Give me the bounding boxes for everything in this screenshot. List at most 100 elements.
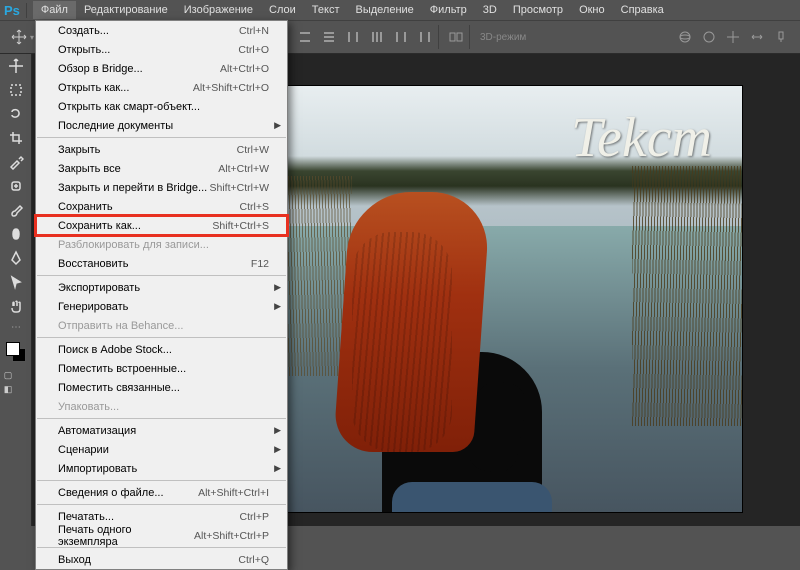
gradient-tool[interactable] [0, 222, 32, 246]
text-layer[interactable]: Tekcm [571, 106, 712, 170]
menu-item-shortcut: Alt+Ctrl+W [218, 163, 269, 175]
color-swatch[interactable] [6, 342, 26, 362]
move-tool-icon [10, 28, 28, 46]
submenu-arrow-icon: ▶ [274, 463, 281, 474]
menubar-item-справка[interactable]: Справка [613, 1, 672, 19]
menu-item[interactable]: Поместить встроенные... [36, 359, 287, 378]
menu-item[interactable]: Открыть...Ctrl+O [36, 40, 287, 59]
menu-item[interactable]: Закрыть и перейти в Bridge...Shift+Ctrl+… [36, 178, 287, 197]
menu-item[interactable]: Последние документы▶ [36, 116, 287, 135]
menubar-item-фильтр[interactable]: Фильтр [422, 1, 475, 19]
menubar-item-окно[interactable]: Окно [571, 1, 613, 19]
menu-item-shortcut: Alt+Shift+Ctrl+I [198, 487, 269, 499]
menu-item[interactable]: Открыть как...Alt+Shift+Ctrl+O [36, 78, 287, 97]
lasso-tool[interactable] [0, 102, 32, 126]
menu-separator [37, 137, 286, 138]
move-tool[interactable] [0, 54, 32, 78]
submenu-arrow-icon: ▶ [274, 120, 281, 131]
menu-separator [37, 504, 286, 505]
menubar-item-изображение[interactable]: Изображение [176, 1, 261, 19]
menu-separator [37, 275, 286, 276]
pan-icon[interactable] [724, 28, 742, 46]
quickmask-screenmode: ▢ ◧ [0, 368, 31, 396]
menu-item-label: Сохранить [58, 201, 113, 213]
submenu-arrow-icon: ▶ [274, 425, 281, 436]
menu-item[interactable]: Печать одного экземпляраAlt+Shift+Ctrl+P [36, 526, 287, 545]
menu-item: Отправить на Behance... [36, 316, 287, 335]
menu-item-shortcut: Ctrl+S [240, 201, 269, 213]
pen-tool[interactable] [0, 246, 32, 270]
menu-item: Упаковать... [36, 397, 287, 416]
menu-separator [37, 418, 286, 419]
tools-panel: ⋯ ▢ ◧ [0, 54, 32, 526]
menu-item[interactable]: Сведения о файле...Alt+Shift+Ctrl+I [36, 483, 287, 502]
distribute-right-icon[interactable] [416, 28, 434, 46]
menubar-item-3d[interactable]: 3D [475, 1, 505, 19]
menu-item-label: Открыть... [58, 44, 110, 56]
menu-item[interactable]: Сохранить как...Shift+Ctrl+S [36, 216, 287, 235]
menu-item[interactable]: ЗакрытьCtrl+W [36, 140, 287, 159]
menu-item[interactable]: Автоматизация ▶ [36, 421, 287, 440]
auto-align-icon[interactable] [447, 28, 465, 46]
menubar: Ps ФайлРедактированиеИзображениеСлоиТекс… [0, 0, 800, 20]
menu-item[interactable]: Генерировать▶ [36, 297, 287, 316]
menu-item-shortcut: Ctrl+N [239, 25, 269, 37]
menubar-item-просмотр[interactable]: Просмотр [505, 1, 571, 19]
crop-tool[interactable] [0, 126, 32, 150]
foreground-color[interactable] [6, 342, 20, 356]
distribute-left-icon[interactable] [368, 28, 386, 46]
menu-item-label: Печатать... [58, 511, 114, 523]
menubar-item-слои[interactable]: Слои [261, 1, 304, 19]
orbit-icon[interactable] [676, 28, 694, 46]
menubar-item-текст[interactable]: Текст [304, 1, 348, 19]
marquee-tool[interactable] [0, 78, 32, 102]
menu-item[interactable]: Сценарии▶ [36, 440, 287, 459]
menu-item-label: Создать... [58, 25, 109, 37]
menu-item[interactable]: Открыть как смарт-объект... [36, 97, 287, 116]
zoom-icon[interactable] [772, 28, 790, 46]
distribute-hcenter-icon[interactable] [392, 28, 410, 46]
menu-item[interactable]: Создать... Ctrl+N [36, 21, 287, 40]
submenu-arrow-icon: ▶ [274, 444, 281, 455]
menubar-item-файл[interactable]: Файл [33, 1, 76, 19]
menu-item-label: Упаковать... [58, 401, 119, 413]
menu-item-label: Закрыть [58, 144, 100, 156]
menu-item[interactable]: Поиск в Adobe Stock... [36, 340, 287, 359]
menu-item: Разблокировать для записи... [36, 235, 287, 254]
quickmask-icon[interactable]: ▢ [0, 368, 16, 382]
hand-tool[interactable] [0, 294, 32, 318]
more-tools[interactable]: ⋯ [0, 318, 32, 336]
menu-item[interactable]: Обзор в Bridge...Alt+Ctrl+O [36, 59, 287, 78]
menu-item-label: Отправить на Behance... [58, 320, 183, 332]
menu-separator [37, 337, 286, 338]
menu-item[interactable]: Закрыть всеAlt+Ctrl+W [36, 159, 287, 178]
menu-item-shortcut: Shift+Ctrl+W [209, 182, 269, 194]
menu-item[interactable]: ВосстановитьF12 [36, 254, 287, 273]
menu-item[interactable]: Сохранить Ctrl+S [36, 197, 287, 216]
distribute-bottom-icon[interactable] [344, 28, 362, 46]
menu-separator [37, 480, 286, 481]
menu-item-label: Автоматизация [58, 425, 136, 437]
menu-item-label: Печать одного экземпляра [58, 524, 194, 548]
screenmode-icon[interactable]: ◧ [0, 382, 16, 396]
path-select-tool[interactable] [0, 270, 32, 294]
menu-item-label: Закрыть и перейти в Bridge... [58, 182, 207, 194]
healing-tool[interactable] [0, 174, 32, 198]
roll-icon[interactable] [700, 28, 718, 46]
distribute-top-icon[interactable] [296, 28, 314, 46]
menubar-item-выделение[interactable]: Выделение [348, 1, 422, 19]
distribute-vcenter-icon[interactable] [320, 28, 338, 46]
eyedropper-tool[interactable] [0, 150, 32, 174]
menu-item[interactable]: Экспортировать▶ [36, 278, 287, 297]
menu-item-label: Выход [58, 554, 91, 566]
slide-icon[interactable] [748, 28, 766, 46]
brush-tool[interactable] [0, 198, 32, 222]
menu-item[interactable]: Импортировать▶ [36, 459, 287, 478]
menubar-item-редактирование[interactable]: Редактирование [76, 1, 176, 19]
image-figure [322, 192, 562, 512]
menu-item-label: Поместить связанные... [58, 382, 180, 394]
menu-item-label: Поместить встроенные... [58, 363, 186, 375]
menu-item-shortcut: Ctrl+Q [238, 554, 269, 566]
menu-item[interactable]: Поместить связанные... [36, 378, 287, 397]
menu-item[interactable]: Выход Ctrl+Q [36, 550, 287, 569]
